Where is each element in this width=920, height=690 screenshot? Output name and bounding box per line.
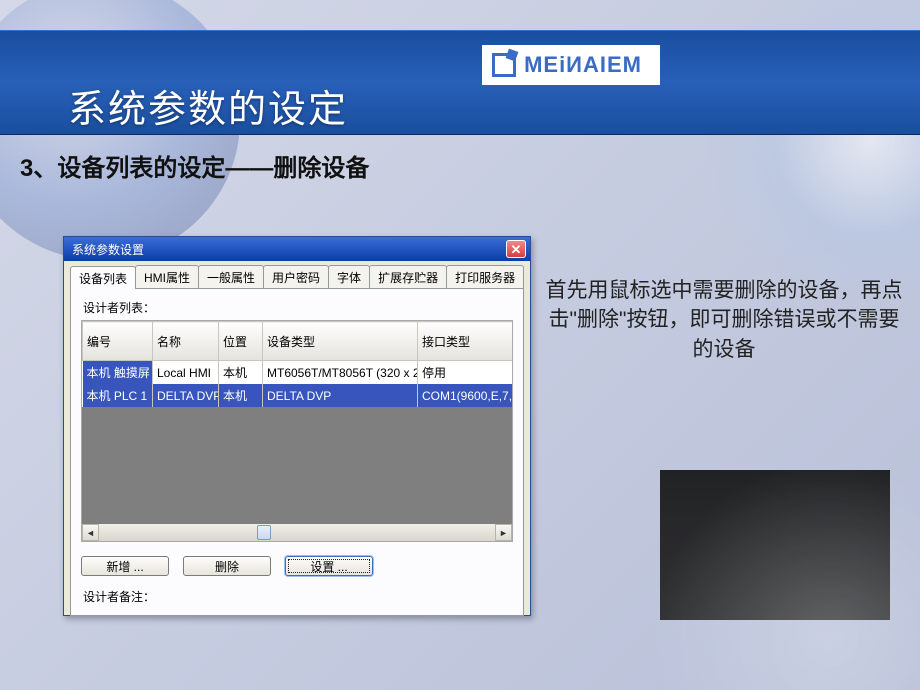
cell-name: DELTA DVP [153,384,219,407]
cell-location: 本机 [219,361,263,385]
cell-id: 本机 触摸屏 [83,361,153,385]
scroll-thumb[interactable] [257,525,271,540]
scroll-right-button[interactable]: ► [495,524,512,541]
col-id[interactable]: 编号 [83,322,153,361]
device-table-container: 编号 名称 位置 设备类型 接口类型 通讯 本机 触摸屏 Local HMI 本… [81,320,513,542]
tab-ext-storage[interactable]: 扩展存贮器 [369,265,447,288]
horizontal-scrollbar[interactable]: ◄ ► [82,524,512,541]
col-device-type[interactable]: 设备类型 [263,322,418,361]
dialog-close-button[interactable]: ✕ [506,240,526,258]
delete-button[interactable]: 删除 [183,556,271,576]
instruction-text: 首先用鼠标选中需要删除的设备，再点击"删除"按钮，即可删除错误或不需要的设备 [544,276,904,364]
tab-print-server[interactable]: 打印服务器 [446,265,524,288]
cell-interface: COM1(9600,E,7,1) [418,384,513,407]
brand-logo-icon [492,53,516,77]
cell-interface: 停用 [418,361,513,385]
cell-name: Local HMI [153,361,219,385]
slide-title: 系统参数的设定 [68,78,348,133]
button-row: 新增 ... 删除 设置 ... [81,556,513,576]
system-params-dialog: 系统参数设置 ✕ 设备列表 HMI属性 一般属性 用户密码 字体 扩展存贮器 打… [63,236,531,616]
designer-list-label: 设计者列表： [83,299,513,316]
cell-location: 本机 [219,384,263,407]
device-table[interactable]: 编号 名称 位置 设备类型 接口类型 通讯 本机 触摸屏 Local HMI 本… [82,321,513,407]
scroll-track[interactable] [99,524,495,541]
cell-device-type: MT6056T/MT8056T (320 x 234) [263,361,418,385]
close-icon: ✕ [511,243,522,256]
add-button[interactable]: 新增 ... [81,556,169,576]
dialog-tabs: 设备列表 HMI属性 一般属性 用户密码 字体 扩展存贮器 打印服务器 [64,261,530,288]
table-header-row: 编号 名称 位置 设备类型 接口类型 通讯 [83,322,513,361]
brand-logo: MEiИAIEM [482,45,660,85]
tab-panel: 设计者列表： 编号 名称 位置 设备类型 接口类型 通讯 本机 触摸屏 [70,288,524,616]
dialog-title-text: 系统参数设置 [72,241,506,258]
scroll-left-button[interactable]: ◄ [82,524,99,541]
cell-id: 本机 PLC 1 [83,384,153,407]
table-row-selected[interactable]: 本机 PLC 1 DELTA DVP 本机 DELTA DVP COM1(960… [83,384,513,407]
slide-subtitle: 3、设备列表的设定——删除设备 [20,148,369,183]
brand-logo-text: MEiИAIEM [524,52,642,78]
col-location[interactable]: 位置 [219,322,263,361]
col-name[interactable]: 名称 [153,322,219,361]
tab-device-list[interactable]: 设备列表 [70,266,136,289]
decorative-device-image [620,430,920,690]
cell-device-type: DELTA DVP [263,384,418,407]
tab-user-password[interactable]: 用户密码 [263,265,329,288]
col-interface[interactable]: 接口类型 [418,322,513,361]
chevron-left-icon: ◄ [86,528,95,538]
table-row[interactable]: 本机 触摸屏 Local HMI 本机 MT6056T/MT8056T (320… [83,361,513,385]
tab-hmi-props[interactable]: HMI属性 [135,265,199,288]
chevron-right-icon: ► [499,528,508,538]
tab-font[interactable]: 字体 [328,265,370,288]
tab-general-props[interactable]: 一般属性 [198,265,264,288]
dialog-titlebar[interactable]: 系统参数设置 ✕ [64,237,530,261]
settings-button[interactable]: 设置 ... [285,556,373,576]
designer-note-label: 设计者备注： [83,588,513,605]
